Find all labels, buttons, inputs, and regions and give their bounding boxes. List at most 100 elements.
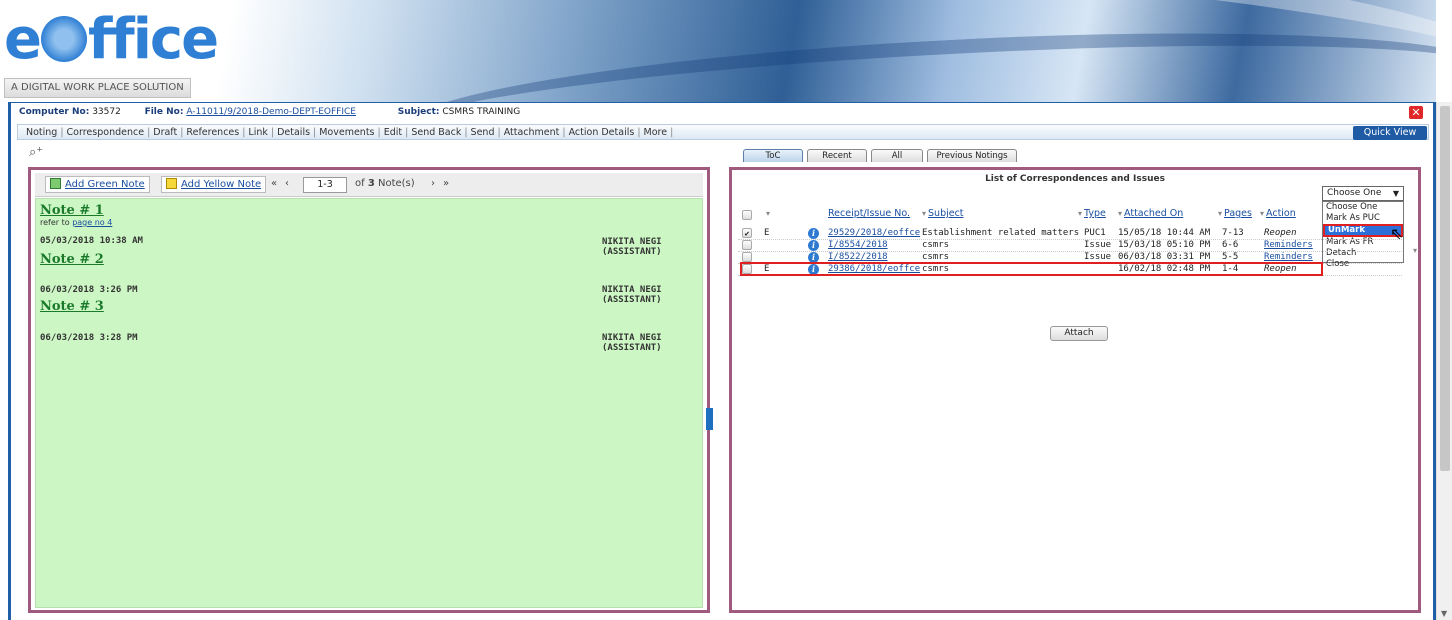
first-page-icon[interactable]: « [271, 178, 277, 189]
column-menu-icon[interactable]: ▾ [1413, 246, 1417, 255]
row-attached-on: 15/05/18 10:44 AM [1118, 228, 1211, 238]
file-no-label: File No: [144, 107, 184, 117]
file-no-link[interactable]: A-11011/9/2018-Demo-DEPT-EOFFICE [186, 107, 356, 117]
logo-globe-icon [40, 16, 87, 62]
menu-item-send[interactable]: Send [471, 127, 495, 138]
note-title[interactable]: Note # 1 [40, 203, 112, 218]
sort-arrow-icon[interactable]: ▾ [766, 208, 772, 219]
row-subject: Establishment related matters [922, 228, 1080, 238]
col-action-header[interactable]: ▾ Action [1260, 208, 1296, 219]
tab-all[interactable]: All [871, 149, 923, 162]
menu-separator: | [464, 127, 468, 138]
notes-toolbar: Add Green Note Add Yellow Note « ‹ 1-3 o… [35, 173, 703, 197]
yellow-note-icon [166, 178, 177, 189]
add-yellow-note-button[interactable]: Add Yellow Note [161, 176, 267, 193]
table-row[interactable]: i I/8554/2018 csmrs Issue 15/03/18 05:10 PM 6… [738, 240, 1402, 252]
receipt-link[interactable]: I/8554/2018 [828, 240, 888, 250]
menu-separator: | [377, 127, 381, 138]
scroll-down-icon[interactable]: ▼ [1441, 609, 1447, 618]
action-select[interactable]: Choose One ▼ [1322, 186, 1404, 201]
correspondence-panel: List of Correspondences and Issues Choos… [729, 167, 1421, 613]
search-plus-icon[interactable]: ⌕⁺ [29, 145, 43, 160]
file-info-bar: Computer No: 33572 File No: A-11011/9/20… [19, 107, 520, 117]
selected-row-highlight [740, 262, 1323, 276]
receipt-link[interactable]: 29529/2018/eoffce [828, 228, 920, 238]
tab-previous-notings[interactable]: Previous Notings [927, 149, 1017, 162]
note-title[interactable]: Note # 2 [40, 252, 104, 267]
col-pages-header[interactable]: ▾ Pages [1218, 208, 1252, 219]
green-note-icon [50, 178, 61, 189]
col-type-header[interactable]: ▾ Type [1078, 208, 1106, 219]
note-3: Note # 3 [40, 299, 104, 314]
row-subject: csmrs [922, 240, 950, 250]
select-all-checkbox[interactable] [742, 210, 752, 223]
row-pages: 5-5 [1222, 252, 1239, 262]
next-page-icon[interactable]: › [431, 178, 435, 189]
menu-separator: | [147, 127, 151, 138]
menu-item-more[interactable]: More [644, 127, 668, 138]
correspondence-title: List of Correspondences and Issues [985, 174, 1165, 184]
menu-separator: | [242, 127, 246, 138]
row-pages: 7-13 [1222, 228, 1244, 238]
menu-item-attachment[interactable]: Attachment [504, 127, 560, 138]
page-ref-link[interactable]: page no 4 [72, 218, 112, 227]
menu-item-details[interactable]: Details [277, 127, 310, 138]
menu-item-send-back[interactable]: Send Back [411, 127, 461, 138]
row-action-link[interactable]: Reminders [1264, 252, 1313, 262]
subject-label: Subject: [397, 107, 440, 117]
menu-bar: Noting | Correspondence | Draft | References | L… [17, 124, 1429, 140]
option-mark-as-puc[interactable]: Mark As PUC [1323, 213, 1403, 224]
row-action-link[interactable]: Reminders [1264, 240, 1313, 250]
note-title[interactable]: Note # 3 [40, 299, 104, 314]
menu-item-link[interactable]: Link [248, 127, 267, 138]
attach-button[interactable]: Attach [1050, 326, 1108, 341]
prev-page-icon[interactable]: ‹ [285, 178, 289, 189]
menu-separator: | [180, 127, 184, 138]
note-count: of 3 Note(s) [355, 178, 415, 189]
row-action[interactable]: Reopen [1264, 228, 1297, 238]
menu-separator: | [670, 127, 674, 138]
row-attached-on: 06/03/18 03:31 PM [1118, 252, 1211, 262]
note-1: Note # 1 refer to page no 4 [40, 203, 112, 227]
chevron-down-icon: ▼ [1392, 189, 1399, 198]
notes-area: Note # 1 refer to page no 4 05/03/2018 1… [35, 198, 703, 608]
col-attached-header[interactable]: ▾ Attached On [1118, 208, 1183, 219]
note-signature: NIKITA NEGI (ASSISTANT) [602, 333, 662, 353]
note-range-input[interactable]: 1-3 [303, 177, 347, 193]
row-type: PUC1 [1084, 228, 1106, 238]
eoffice-logo: e ffice [4, 7, 219, 72]
menu-item-draft[interactable]: Draft [153, 127, 177, 138]
row-type: Issue [1084, 252, 1112, 262]
scrollbar-thumb[interactable] [1440, 106, 1450, 471]
receipt-link[interactable]: I/8522/2018 [828, 252, 888, 262]
panel-collapse-handle[interactable] [706, 408, 713, 430]
note-signature: NIKITA NEGI (ASSISTANT) [602, 285, 662, 305]
option-choose-one[interactable]: Choose One [1323, 202, 1403, 213]
menu-item-noting[interactable]: Noting [26, 127, 57, 138]
main-frame: Computer No: 33572 File No: A-11011/9/20… [8, 102, 1436, 620]
row-flag: E [764, 228, 770, 238]
note-2: Note # 2 [40, 252, 104, 267]
row-pages: 6-6 [1222, 240, 1239, 250]
table-row[interactable]: ✔ Ei 29529/2018/eoffce Establishment relate… [738, 228, 1402, 240]
close-icon[interactable]: ✕ [1409, 106, 1423, 119]
add-green-note-button[interactable]: Add Green Note [45, 176, 150, 193]
menu-item-correspondence[interactable]: Correspondence [67, 127, 145, 138]
col-subject-header[interactable]: ▾ Subject [922, 208, 964, 219]
computer-no: 33572 [92, 107, 121, 117]
row-subject: csmrs [922, 252, 950, 262]
menu-item-edit[interactable]: Edit [384, 127, 402, 138]
quick-view-button[interactable]: Quick View [1353, 126, 1427, 140]
menu-item-action-details[interactable]: Action Details [569, 127, 635, 138]
menu-item-references[interactable]: References [186, 127, 239, 138]
last-page-icon[interactable]: » [443, 178, 449, 189]
col-receipt-header[interactable]: Receipt/Issue No. [828, 208, 910, 219]
tab-toc[interactable]: ToC [743, 149, 803, 162]
menu-separator: | [405, 127, 409, 138]
note-timestamp: 06/03/2018 3:28 PM [40, 333, 138, 343]
menu-separator: | [313, 127, 317, 138]
row-type: Issue [1084, 240, 1112, 250]
page-scrollbar[interactable]: ▼ [1436, 102, 1452, 620]
tab-recent[interactable]: Recent [807, 149, 867, 162]
menu-item-movements[interactable]: Movements [319, 127, 374, 138]
